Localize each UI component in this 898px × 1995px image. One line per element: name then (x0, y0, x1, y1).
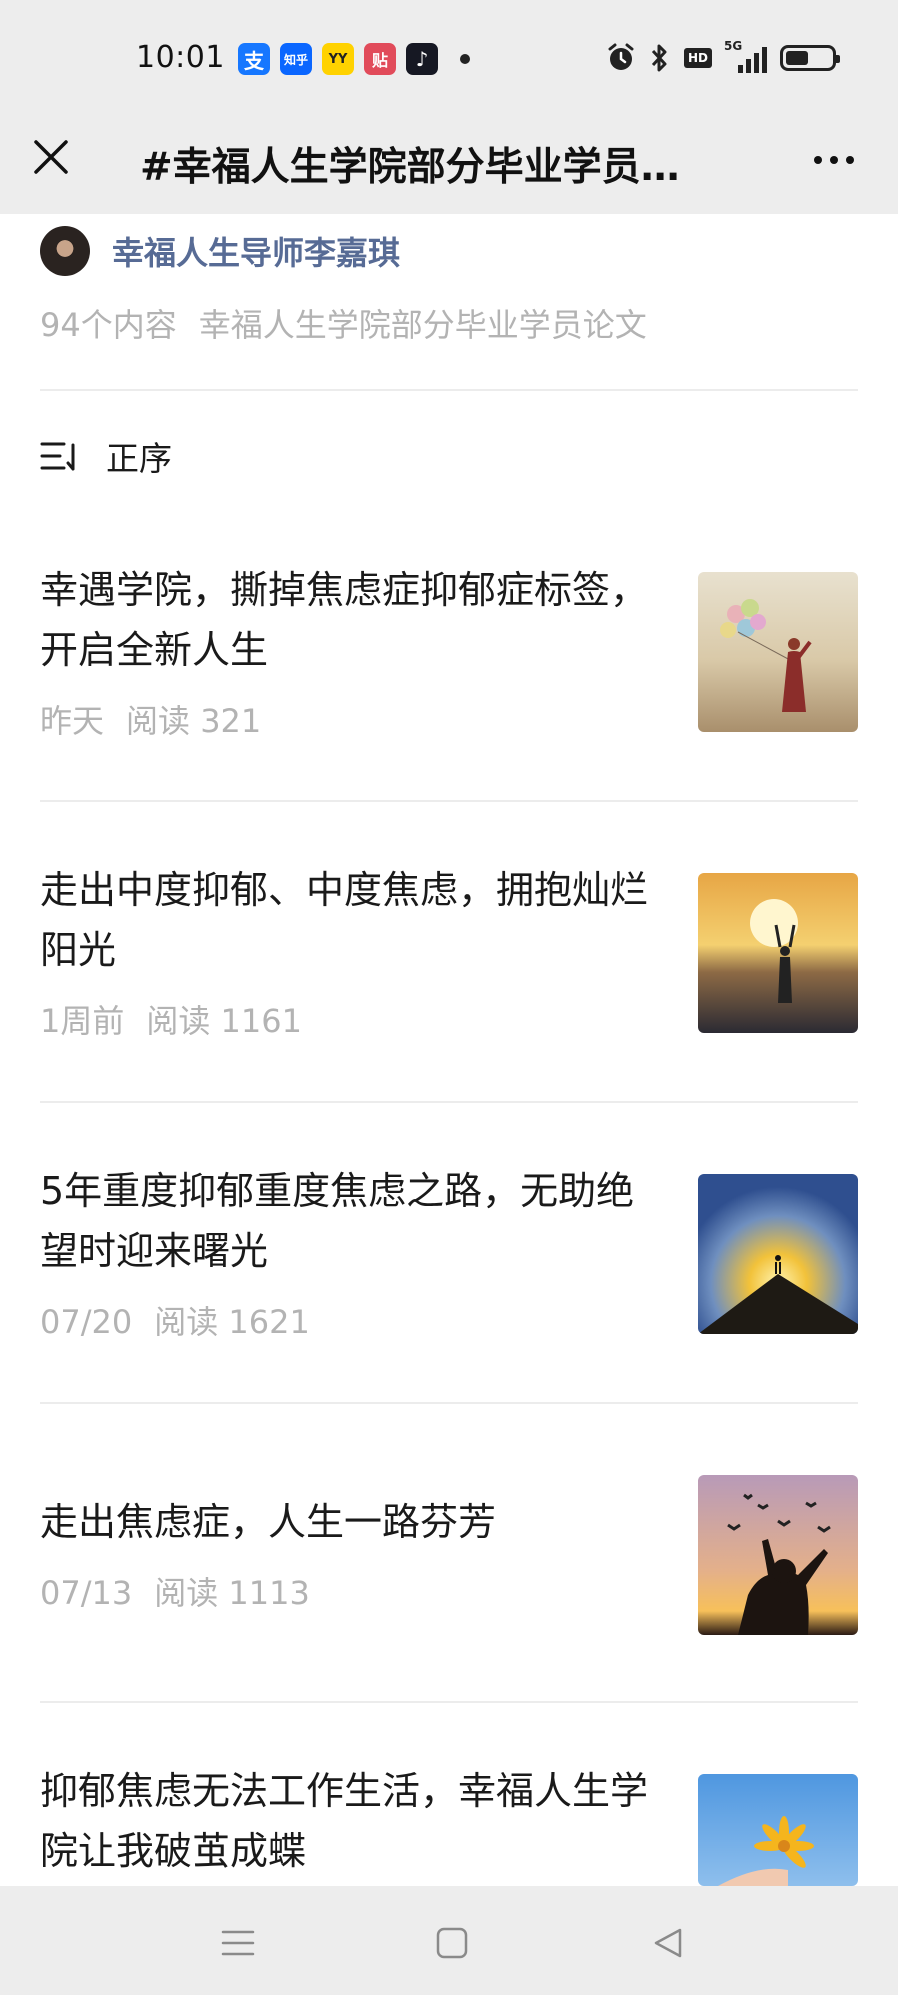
author-name[interactable]: 幸福人生导师李嘉琪 (112, 228, 400, 274)
article-reads: 阅读 1621 (154, 1303, 310, 1341)
album-meta: 94个内容 幸福人生学院部分毕业学员论文 (40, 300, 647, 346)
alarm-icon (608, 43, 634, 70)
article-date: 07/13 (40, 1574, 133, 1612)
article-meta: 1周前 阅读 1161 (40, 996, 302, 1042)
article-item[interactable]: 幸遇学院，撕掉焦虑症抑郁症标签，开启全新人生 昨天 阅读 321 (40, 560, 858, 800)
woman-with-balloons-image (698, 572, 858, 732)
article-meta: 07/13 阅读 1113 (40, 1568, 310, 1614)
back-triangle-icon (654, 1928, 682, 1958)
divider (40, 800, 858, 802)
article-meta: 昨天 阅读 321 (40, 696, 261, 742)
article-reads: 阅读 1113 (154, 1574, 310, 1612)
article-item[interactable]: 5年重度抑郁重度焦虑之路，无助绝望时迎来曙光 07/20 阅读 1621 (40, 1161, 858, 1401)
album-count: 94个内容 (40, 306, 177, 344)
person-on-mountain-sunrise-image (698, 1174, 858, 1334)
article-title: 抑郁焦虑无法工作生活，幸福人生学院让我破茧成蝶 (40, 1769, 649, 1873)
tiktok-icon: ♪ (406, 43, 438, 75)
back-button[interactable] (643, 1918, 693, 1968)
article-title: 幸遇学院，撕掉焦虑症抑郁症标签，开启全新人生 (40, 568, 649, 672)
divider (40, 1101, 858, 1103)
close-icon (34, 140, 68, 174)
author-row[interactable]: 幸福人生导师李嘉琪 (40, 226, 400, 276)
article-date: 1周前 (40, 1002, 125, 1040)
5g-signal-icon: 5G (724, 39, 768, 73)
home-square-icon (436, 1927, 468, 1959)
more-dot-icon (830, 156, 838, 164)
system-nav-bar (0, 1886, 898, 1995)
menu-icon (221, 1930, 255, 1956)
more-notifications-dot (460, 54, 470, 64)
sort-label: 正序 (106, 439, 172, 478)
hd-icon: HD (683, 48, 712, 68)
article-item[interactable]: 抑郁焦虑无法工作生活，幸福人生学院让我破茧成蝶 (40, 1761, 858, 1886)
page-title: #幸福人生学院部分毕业学员… (140, 145, 680, 190)
notification-icons: 支 知乎 YY 贴 ♪ (238, 43, 470, 75)
article-item[interactable]: 走出中度抑郁、中度焦虑，拥抱灿烂阳光 1周前 阅读 1161 (40, 860, 858, 1100)
tieba-icon: 贴 (364, 43, 396, 75)
sort-order-icon (40, 442, 75, 471)
divider (40, 1402, 858, 1404)
alipay-icon: 支 (238, 43, 270, 75)
article-title: 走出焦虑症，人生一路芬芳 (40, 1500, 497, 1544)
more-dot-icon (846, 156, 854, 164)
menu-button[interactable] (213, 1918, 263, 1968)
divider (40, 389, 858, 391)
album-name: 幸福人生学院部分毕业学员论文 (198, 306, 647, 344)
author-avatar[interactable] (40, 226, 90, 276)
woman-arms-raised-sunset-sea-image (698, 873, 858, 1033)
bluetooth-icon (651, 44, 667, 72)
article-reads: 阅读 321 (126, 702, 262, 740)
hand-holding-flower-image (698, 1774, 858, 1886)
sort-toggle[interactable]: 正序 (40, 432, 172, 480)
more-dot-icon (814, 156, 822, 164)
divider (40, 1701, 858, 1703)
system-icons: HD 5G (606, 39, 840, 74)
article-meta: 07/20 阅读 1621 (40, 1297, 310, 1343)
close-button[interactable] (28, 134, 74, 180)
zhihu-icon: 知乎 (280, 43, 312, 75)
article-reads: 阅读 1161 (146, 1002, 302, 1040)
article-date: 07/20 (40, 1303, 133, 1341)
yy-icon: YY (322, 43, 354, 75)
title-bar: #幸福人生学院部分毕业学员… (0, 110, 898, 214)
article-item[interactable]: 走出焦虑症，人生一路芬芳 07/13 阅读 1113 (40, 1475, 858, 1672)
article-date: 昨天 (40, 702, 105, 740)
more-options-button[interactable] (806, 140, 862, 180)
status-bar: 10:01 支 知乎 YY 贴 ♪ HD 5G (0, 0, 898, 110)
status-time: 10:01 (136, 40, 225, 75)
article-title: 5年重度抑郁重度焦虑之路，无助绝望时迎来曙光 (40, 1169, 635, 1273)
battery-icon (780, 45, 840, 71)
home-button[interactable] (427, 1918, 477, 1968)
silhouette-with-birds-image (698, 1475, 858, 1635)
article-title: 走出中度抑郁、中度焦虑，拥抱灿烂阳光 (40, 868, 649, 972)
